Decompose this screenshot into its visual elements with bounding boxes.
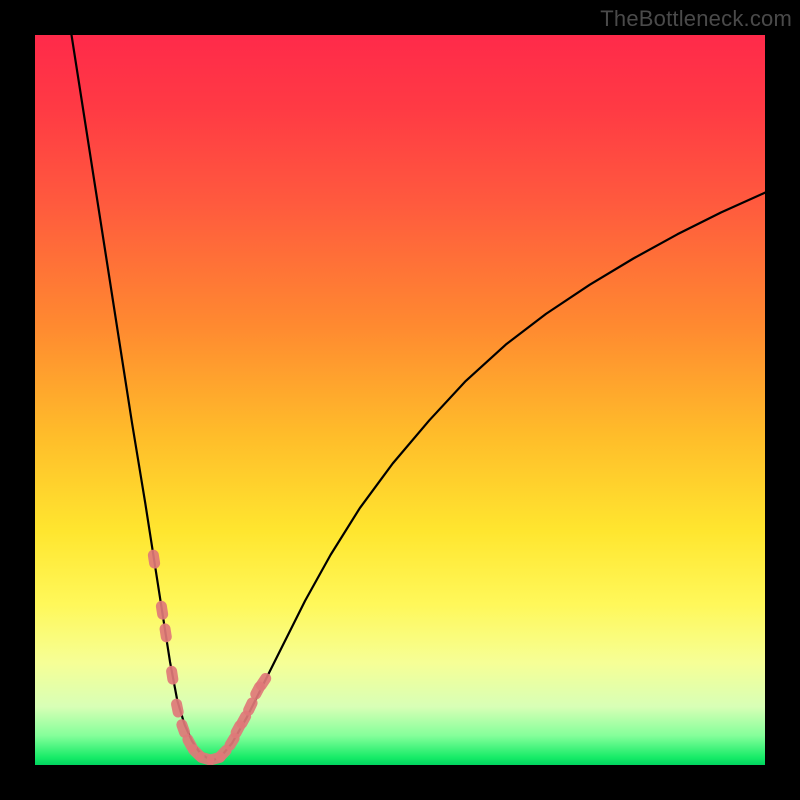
data-points [147,549,273,765]
data-point [155,600,169,620]
data-point [165,665,179,685]
data-point [147,549,161,569]
watermark-label: TheBottleneck.com [600,6,792,32]
markers-svg [35,35,765,765]
data-point [170,698,185,719]
data-point [159,623,173,643]
chart-frame: TheBottleneck.com [0,0,800,800]
plot-area [35,35,765,765]
